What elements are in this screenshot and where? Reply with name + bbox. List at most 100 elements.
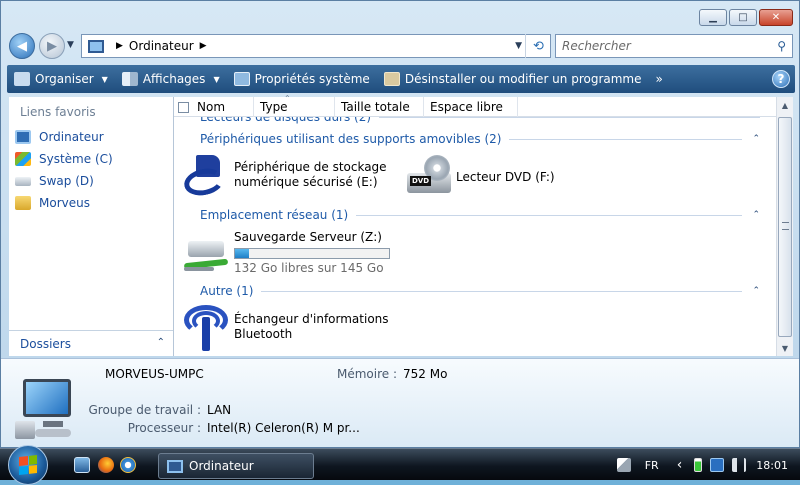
group-title: Emplacement réseau (1): [200, 208, 349, 222]
maximize-button[interactable]: □: [729, 9, 757, 26]
navigation-bar: ◀ ▶ ▼ ▶ Ordinateur ▶ ▼ ⟲ Rechercher ⚲: [9, 32, 793, 60]
chevron-up-icon: ⌃: [156, 337, 165, 348]
column-name[interactable]: Nom: [174, 97, 254, 117]
system-properties-button[interactable]: Propriétés système: [227, 65, 377, 93]
network-drive-item[interactable]: Sauvegarde Serveur (Z:) 132 Go libres su…: [182, 229, 390, 277]
taskbar-button-ordinateur[interactable]: Ordinateur: [158, 453, 314, 479]
group-header-other[interactable]: Autre (1) ⌃: [200, 284, 760, 298]
recent-pages-dropdown[interactable]: ▼: [67, 40, 74, 50]
internet-explorer-icon[interactable]: [120, 457, 136, 473]
search-icon[interactable]: ⚲: [777, 39, 786, 53]
address-bar[interactable]: ▶ Ordinateur ▶ ▼: [81, 34, 551, 58]
address-root-chevron[interactable]: ▶: [116, 41, 123, 51]
column-label: Espace libre: [430, 100, 503, 114]
column-type[interactable]: ⌃ Type: [254, 94, 335, 117]
back-button[interactable]: ◀: [9, 33, 35, 59]
dvd-badge: DVD: [410, 176, 432, 186]
computer-icon: [167, 459, 183, 473]
show-desktop-icon[interactable]: [74, 457, 90, 473]
start-button[interactable]: [8, 445, 48, 485]
address-location[interactable]: Ordinateur: [129, 39, 194, 53]
views-icon: [121, 72, 138, 86]
bluetooth-label-line1: Échangeur d'informations: [234, 312, 389, 326]
network-icon[interactable]: [710, 458, 725, 472]
memory-value: 752 Mo: [403, 367, 448, 381]
windows-logo-icon: [19, 455, 37, 475]
toolbar-overflow-button[interactable]: »: [649, 65, 670, 93]
column-total-size[interactable]: Taille totale: [335, 97, 424, 117]
memory-key: Mémoire :: [336, 367, 397, 381]
bluetooth-label-line2: Bluetooth: [234, 327, 293, 341]
bluetooth-item[interactable]: Échangeur d'informations Bluetooth: [182, 303, 389, 351]
system-tray: FR ‹ 18:01: [613, 449, 800, 481]
firefox-icon[interactable]: [98, 457, 114, 473]
favorite-links-title: Liens favoris: [20, 105, 96, 119]
uninstall-program-button[interactable]: Désinstaller ou modifier un programme: [377, 65, 649, 93]
navigation-pane: Liens favoris Ordinateur Système (C) Swa…: [9, 97, 174, 356]
chevron-down-icon: ▼: [213, 74, 220, 84]
chevron-up-icon[interactable]: ⌃: [752, 286, 760, 296]
computer-icon: [15, 130, 31, 144]
processor-value: Intel(R) Celeron(R) M pr...: [207, 421, 360, 435]
vertical-scrollbar[interactable]: ▲ ▼: [776, 97, 793, 356]
sidebar-item-systeme[interactable]: Système (C): [15, 149, 113, 169]
sd-card-item[interactable]: Périphérique de stockage numérique sécur…: [181, 151, 387, 199]
column-label: Nom: [197, 100, 226, 114]
sidebar-item-swap[interactable]: Swap (D): [15, 171, 94, 191]
forward-button[interactable]: ▶: [39, 33, 65, 59]
close-button[interactable]: ✕: [759, 9, 793, 26]
processor-key: Processeur :: [127, 421, 201, 435]
organize-label: Organiser: [35, 72, 94, 86]
volume-icon[interactable]: [732, 458, 747, 472]
folders-label: Dossiers: [20, 336, 71, 351]
group-header-removable[interactable]: Périphériques utilisant des supports amo…: [200, 132, 760, 146]
chevron-down-icon: ▼: [101, 74, 108, 84]
help-button[interactable]: ?: [772, 70, 790, 88]
sidebar-item-label: Swap (D): [39, 174, 94, 188]
drive-icon: [15, 176, 31, 186]
sidebar-item-label: Système (C): [39, 152, 113, 166]
scroll-up-arrow[interactable]: ▲: [777, 97, 793, 113]
minimize-button[interactable]: ▁: [699, 9, 727, 26]
scroll-down-arrow[interactable]: ▼: [777, 340, 793, 356]
dvd-drive-item[interactable]: DVD Lecteur DVD (F:): [404, 153, 555, 201]
address-dropdown[interactable]: ▼: [515, 41, 522, 51]
chevron-up-icon[interactable]: ⌃: [752, 134, 760, 144]
address-trail-chevron[interactable]: ▶: [200, 41, 207, 51]
sort-ascending-icon: ⌃: [284, 94, 291, 103]
sidebar-item-label: Ordinateur: [39, 130, 104, 144]
column-free-space[interactable]: Espace libre: [424, 97, 518, 117]
uninstall-program-label: Désinstaller ou modifier un programme: [404, 72, 642, 86]
command-toolbar: Organiser ▼ Affichages ▼ Propriétés syst…: [7, 65, 795, 93]
pen-input-icon[interactable]: [616, 458, 631, 472]
system-properties-icon: [233, 72, 250, 86]
sidebar-item-ordinateur[interactable]: Ordinateur: [15, 127, 104, 147]
dvd-drive-icon: DVD: [404, 153, 452, 201]
organize-button[interactable]: Organiser ▼: [7, 65, 115, 93]
clock[interactable]: 18:01: [756, 459, 788, 472]
views-button[interactable]: Affichages ▼: [115, 65, 227, 93]
file-list: Lecteurs de disques durs (2) Nom ⌃ Type …: [174, 94, 793, 356]
taskbar: Ordinateur FR ‹ 18:01: [0, 445, 800, 485]
search-input[interactable]: Rechercher ⚲: [555, 34, 793, 58]
battery-icon[interactable]: [694, 458, 703, 472]
folders-toggle[interactable]: Dossiers ⌃: [9, 330, 173, 356]
show-hidden-icons-button[interactable]: ‹: [677, 457, 683, 473]
refresh-button[interactable]: ⟲: [525, 34, 551, 58]
computer-icon: [88, 39, 104, 53]
sidebar-item-morveus[interactable]: Morveus: [15, 193, 90, 213]
select-all-checkbox[interactable]: [178, 101, 189, 113]
language-indicator[interactable]: FR: [645, 459, 659, 472]
network-drive-icon: [182, 229, 230, 277]
organize-icon: [14, 72, 30, 86]
uninstall-icon: [383, 72, 400, 86]
column-label: Taille totale: [341, 100, 410, 114]
system-properties-label: Propriétés système: [254, 72, 370, 86]
explorer-window: ▁ □ ✕ ◀ ▶ ▼ ▶ Ordinateur ▶ ▼ ⟲ Recherche…: [0, 0, 800, 448]
caption-buttons: ▁ □ ✕: [699, 9, 793, 26]
scroll-thumb[interactable]: [778, 117, 792, 337]
sd-card-icon: [181, 151, 230, 199]
group-header-network[interactable]: Emplacement réseau (1) ⌃: [200, 208, 760, 222]
computer-name: MORVEUS-UMPC: [105, 367, 204, 381]
chevron-up-icon[interactable]: ⌃: [752, 210, 760, 220]
